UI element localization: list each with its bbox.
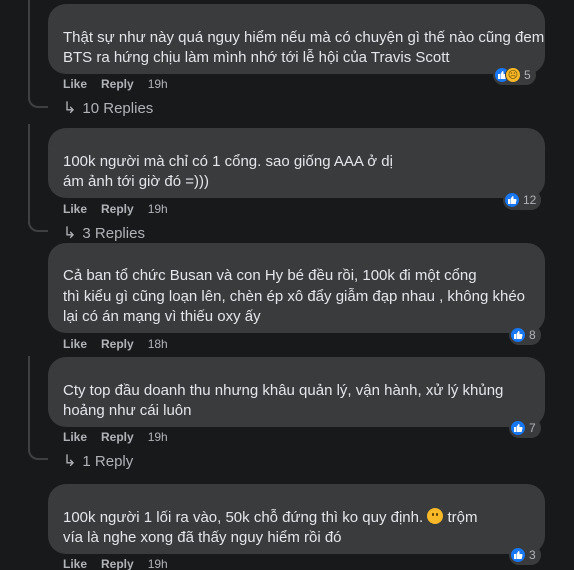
comment-text: lại có án mạng vì thiếu oxy ấy [63, 308, 261, 325]
comment-actions: Like Reply 19h [63, 430, 168, 444]
comment-actions: Like Reply 19h [63, 557, 168, 570]
timestamp[interactable]: 19h [148, 557, 168, 570]
comment-bubble: 100k người 1 lối ra vào, 50k chỗ đứng th… [48, 484, 545, 554]
reply-connector [28, 220, 48, 232]
like-button[interactable]: Like [63, 430, 87, 444]
comment-text: hoảng như cái luôn [63, 402, 192, 419]
reaction-count[interactable]: 3 [509, 545, 541, 565]
timestamp[interactable]: 19h [148, 202, 168, 216]
comment-text: Thật sự như này quá nguy hiểm nếu mà có … [63, 29, 545, 46]
reaction-count[interactable]: 8 [509, 325, 541, 345]
comment-actions: Like Reply 18h [63, 337, 168, 351]
timestamp[interactable]: 19h [148, 77, 168, 91]
like-icon [510, 547, 526, 563]
comment-bubble: 100k người mà chỉ có 1 cổng. sao giống A… [48, 128, 545, 198]
thread-line [28, 356, 30, 452]
reaction-count[interactable]: 7 [509, 418, 541, 438]
comment-actions: Like Reply 19h [63, 77, 168, 91]
reply-button[interactable]: Reply [101, 430, 134, 444]
like-icon [510, 327, 526, 343]
reply-connector [28, 448, 48, 460]
comment-text: BTS ra hứng chịu làm mình nhớ tới lễ hội… [63, 49, 450, 66]
comment-text: 100k người 1 lối ra vào, 50k chỗ đứng th… [63, 508, 478, 526]
comment-text: ám ảnh tới giờ đó =))) [63, 173, 209, 190]
reply-button[interactable]: Reply [101, 77, 134, 91]
timestamp[interactable]: 18h [148, 337, 168, 351]
comment-text: Cả ban tổ chức Busan và con Hy bé đều rồ… [63, 267, 477, 284]
comment-bubble: Cả ban tổ chức Busan và con Hy bé đều rồ… [48, 243, 545, 333]
like-button[interactable]: Like [63, 77, 87, 91]
thread-line [28, 124, 30, 224]
comment-text: 100k người mà chỉ có 1 cổng. sao giống A… [63, 153, 393, 170]
reply-button[interactable]: Reply [101, 557, 134, 570]
comment-actions: Like Reply 19h [63, 202, 168, 216]
comment-text: vía là nghe xong đã thấy nguy hiểm rồi đ… [63, 529, 342, 546]
reply-connector [28, 96, 48, 108]
reaction-count[interactable]: ☹ 5 [493, 65, 536, 85]
like-button[interactable]: Like [63, 337, 87, 351]
reply-button[interactable]: Reply [101, 202, 134, 216]
comment-text: thì kiểu gì cũng loạn lên, chèn ép xô đẩ… [63, 288, 525, 305]
reply-arrow-icon: ↳ [63, 100, 77, 117]
comment-bubble: Cty top đầu doanh thu nhưng khâu quản lý… [48, 357, 545, 427]
smile-emoji-icon [427, 508, 444, 524]
reply-arrow-icon: ↳ [63, 225, 77, 242]
thread-line [28, 0, 30, 100]
reply-button[interactable]: Reply [101, 337, 134, 351]
reply-arrow-icon: ↳ [63, 453, 77, 470]
comment-bubble: Thật sự như này quá nguy hiểm nếu mà có … [48, 4, 545, 74]
like-button[interactable]: Like [63, 202, 87, 216]
like-icon [504, 192, 520, 208]
like-button[interactable]: Like [63, 557, 87, 570]
like-icon [510, 420, 526, 436]
view-replies-button[interactable]: ↳ 3 Replies [63, 223, 145, 243]
reaction-count[interactable]: 12 [503, 190, 542, 210]
view-replies-button[interactable]: ↳ 10 Replies [63, 98, 153, 118]
timestamp[interactable]: 19h [148, 430, 168, 444]
comment-text: Cty top đầu doanh thu nhưng khâu quản lý… [63, 382, 504, 399]
view-replies-button[interactable]: ↳ 1 Reply [63, 451, 133, 471]
sad-icon: ☹ [505, 67, 521, 83]
